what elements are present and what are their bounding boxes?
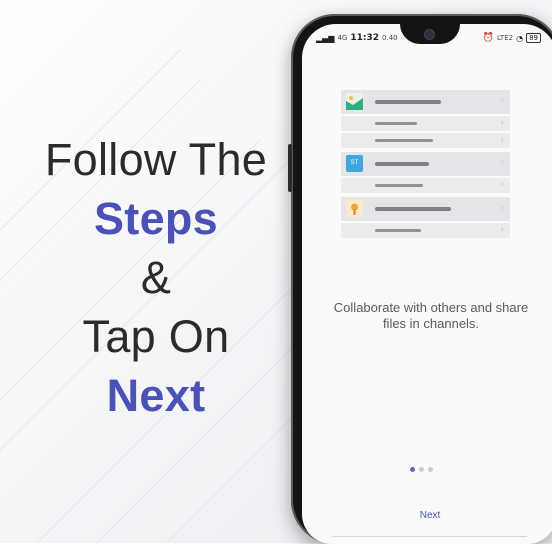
placeholder-bar bbox=[375, 100, 441, 104]
onboarding-tagline: Collaborate with others and share files … bbox=[333, 300, 529, 331]
file-group-2: ST › › bbox=[341, 152, 510, 193]
placeholder-bar bbox=[375, 122, 417, 125]
list-item: › bbox=[341, 197, 510, 221]
file-group-1: › › › bbox=[341, 90, 510, 148]
list-item: › bbox=[341, 90, 510, 114]
page-dot-1[interactable] bbox=[410, 467, 415, 472]
image-thumbnail-icon bbox=[346, 93, 363, 110]
illustration-card: › › › ST › › › › bbox=[341, 90, 510, 242]
network-type: 4G bbox=[337, 34, 348, 42]
chevron-right-icon: › bbox=[500, 157, 504, 168]
list-item: › bbox=[341, 133, 510, 148]
promo-line-next: Next bbox=[106, 370, 206, 421]
alarm-icon: ⏰ bbox=[482, 33, 494, 43]
thumbnail-label: ST bbox=[350, 160, 359, 166]
status-bar-left: ▂▄▆ 4G 11:32 0.40 ⋯ bbox=[316, 33, 408, 43]
document-thumbnail-icon: ST bbox=[346, 155, 363, 172]
file-group-3: › › bbox=[341, 197, 510, 238]
home-indicator bbox=[332, 536, 527, 537]
volte-label: LTE2 bbox=[497, 34, 514, 42]
chevron-right-icon: › bbox=[500, 95, 504, 106]
next-button[interactable]: Next bbox=[400, 508, 460, 523]
page-dot-2[interactable] bbox=[419, 467, 424, 472]
placeholder-bar bbox=[375, 162, 429, 166]
net-speed: 0.40 bbox=[382, 34, 398, 42]
promo-line-tap-on: Tap On bbox=[82, 311, 230, 362]
front-camera bbox=[425, 30, 434, 39]
wifi-icon: ◔ bbox=[516, 33, 524, 43]
placeholder-bar bbox=[375, 139, 433, 142]
clock: 11:32 bbox=[350, 33, 380, 43]
photo-thumbnail-icon bbox=[346, 200, 363, 217]
volume-button bbox=[288, 144, 292, 192]
placeholder-bar bbox=[375, 229, 421, 232]
status-bar-right: ⏰ LTE2 ◔ 89 bbox=[483, 33, 541, 43]
chevron-right-icon: › bbox=[500, 179, 504, 190]
page-dot-3[interactable] bbox=[428, 467, 433, 472]
list-item: › bbox=[341, 178, 510, 193]
promo-line-follow: Follow The bbox=[44, 134, 268, 185]
list-item: ST › bbox=[341, 152, 510, 176]
battery-icon: 89 bbox=[526, 33, 541, 43]
promo-text: Follow The Steps & Tap On Next bbox=[22, 130, 290, 425]
list-item: › bbox=[341, 223, 510, 238]
chevron-right-icon: › bbox=[500, 134, 504, 145]
promo-line-ampersand: & bbox=[140, 252, 172, 303]
phone-screen: ▂▄▆ 4G 11:32 0.40 ⋯ ⏰ LTE2 ◔ 89 › › › ST… bbox=[302, 24, 552, 544]
promo-line-steps: Steps bbox=[93, 193, 219, 244]
chevron-right-icon: › bbox=[500, 224, 504, 235]
chevron-right-icon: › bbox=[500, 202, 504, 213]
list-item: › bbox=[341, 116, 510, 131]
more-icon: ⋯ bbox=[400, 34, 408, 42]
signal-icon: ▂▄▆ bbox=[316, 33, 335, 43]
chevron-right-icon: › bbox=[500, 117, 504, 128]
placeholder-bar bbox=[375, 184, 423, 187]
placeholder-bar bbox=[375, 207, 451, 211]
phone-frame: ▂▄▆ 4G 11:32 0.40 ⋯ ⏰ LTE2 ◔ 89 › › › ST… bbox=[288, 14, 552, 544]
page-indicator bbox=[410, 467, 433, 472]
